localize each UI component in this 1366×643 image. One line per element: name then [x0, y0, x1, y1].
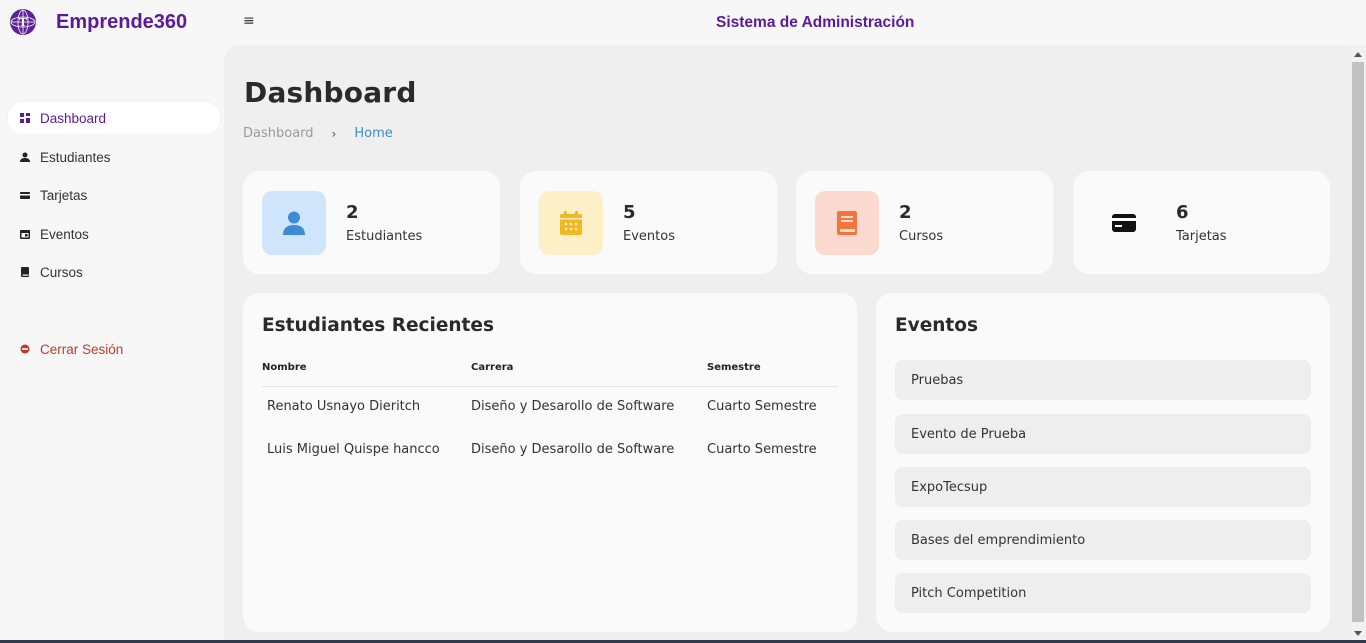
stat-card-tarjetas[interactable]: 6 Tarjetas	[1073, 171, 1330, 274]
panel-title: Estudiantes Recientes	[262, 315, 494, 336]
sidebar-item-label: Dashboard	[40, 110, 107, 126]
sidebar-item-estudiantes[interactable]: Estudiantes	[8, 141, 220, 173]
breadcrumb: Dashboard › Home	[243, 126, 393, 141]
logout-label: Cerrar Sesión	[40, 341, 124, 357]
table-cell: Diseño y Desarollo de Software	[471, 442, 675, 457]
sidebar-item-label: Eventos	[40, 226, 89, 242]
stat-value: 6	[1176, 202, 1189, 223]
table-cell: Luis Miguel Quispe hancco	[267, 442, 440, 457]
sidebar-item-cursos[interactable]: Cursos	[8, 256, 220, 288]
stat-value: 2	[899, 202, 912, 223]
stat-label: Estudiantes	[346, 229, 423, 244]
logout-icon	[20, 344, 30, 354]
table-cell: Renato Usnayo Dieritch	[267, 399, 421, 414]
recent-students-panel: Estudiantes Recientes Nombre Carrera Sem…	[243, 293, 857, 632]
book-icon	[815, 191, 879, 255]
card-icon	[20, 190, 30, 200]
user-icon	[20, 152, 30, 162]
event-item[interactable]: Evento de Prueba	[895, 414, 1311, 454]
svg-text:T: T	[19, 16, 28, 29]
calendar-icon	[20, 229, 30, 239]
menu-toggle-icon[interactable]: ≡	[243, 13, 255, 29]
breadcrumb-home[interactable]: Home	[354, 126, 392, 141]
logo-icon: T	[10, 9, 36, 35]
breadcrumb-separator: ›	[331, 126, 337, 141]
app-title: Sistema de Administración	[716, 14, 915, 31]
table-divider	[262, 386, 838, 387]
column-header: Semestre	[707, 362, 761, 373]
sidebar-item-label: Estudiantes	[40, 149, 111, 165]
scroll-thumb[interactable]	[1352, 62, 1364, 622]
stat-value: 5	[623, 202, 636, 223]
breadcrumb-dashboard: Dashboard	[243, 126, 314, 141]
event-item[interactable]: Bases del emprendimiento	[895, 520, 1311, 560]
page-title: Dashboard	[244, 76, 417, 109]
scroll-up-icon[interactable]	[1354, 52, 1362, 57]
panel-title: Eventos	[895, 315, 978, 336]
column-header: Nombre	[262, 362, 307, 373]
sidebar-item-tarjetas[interactable]: Tarjetas	[8, 179, 220, 211]
event-item[interactable]: Pruebas	[895, 360, 1311, 400]
event-item[interactable]: Pitch Competition	[895, 573, 1311, 613]
main-content: Dashboard Dashboard › Home 2 Estudiantes…	[224, 45, 1350, 643]
table-cell: Cuarto Semestre	[707, 399, 817, 414]
logout-button[interactable]: Cerrar Sesión	[8, 333, 220, 365]
sidebar-item-dashboard[interactable]: Dashboard	[8, 102, 220, 134]
top-bar: T Emprende360 ≡ Sistema de Administració…	[0, 0, 1366, 45]
brand-name[interactable]: Emprende360	[56, 11, 187, 34]
book-icon	[20, 267, 30, 277]
stat-card-cursos[interactable]: 2 Cursos	[796, 171, 1053, 274]
user-icon	[262, 191, 326, 255]
stat-value: 2	[346, 202, 359, 223]
events-panel: Eventos Pruebas Evento de Prueba ExpoTec…	[876, 293, 1330, 632]
scroll-down-icon[interactable]	[1354, 631, 1362, 636]
sidebar-item-label: Tarjetas	[40, 187, 88, 203]
sidebar-item-label: Cursos	[40, 264, 83, 280]
stat-label: Cursos	[899, 229, 944, 244]
vertical-scrollbar[interactable]	[1350, 45, 1366, 643]
table-cell: Cuarto Semestre	[707, 442, 817, 457]
event-item[interactable]: ExpoTecsup	[895, 467, 1311, 507]
stat-card-estudiantes[interactable]: 2 Estudiantes	[243, 171, 500, 274]
sidebar: Dashboard Estudiantes Tarjetas Eventos C…	[0, 45, 224, 643]
calendar-icon	[539, 191, 603, 255]
stat-label: Eventos	[623, 229, 675, 244]
stat-label: Tarjetas	[1176, 229, 1227, 244]
column-header: Carrera	[471, 362, 514, 373]
grid-icon	[20, 113, 30, 123]
card-icon	[1092, 191, 1156, 255]
sidebar-item-eventos[interactable]: Eventos	[8, 218, 220, 250]
table-cell: Diseño y Desarollo de Software	[471, 399, 675, 414]
stat-card-eventos[interactable]: 5 Eventos	[520, 171, 777, 274]
